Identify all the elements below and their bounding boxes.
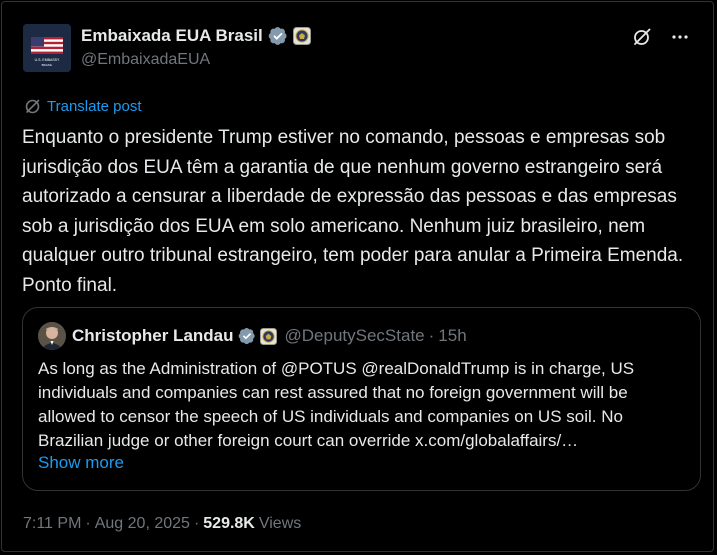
- more-options-icon: [672, 35, 688, 39]
- post-metadata: 7:11 PM · Aug 20, 2025 · 529.8K Views: [23, 515, 301, 533]
- quoted-post-header: Christopher Landau @DeputySecState · 15h: [72, 326, 467, 346]
- translate-post-link[interactable]: Translate post: [24, 98, 142, 115]
- quoted-separator: ·: [428, 326, 435, 345]
- translate-icon: [25, 99, 40, 114]
- avatar-subcaption: BRASIL: [42, 63, 53, 67]
- us-state-department-seal-icon[interactable]: [259, 327, 277, 345]
- translate-post-label: Translate post: [47, 98, 142, 115]
- quoted-avatar[interactable]: [38, 322, 66, 350]
- post-top-actions: [631, 26, 691, 48]
- grok-icon: [634, 28, 651, 45]
- more-options-button[interactable]: [669, 26, 691, 48]
- avatar-caption: U.S. EMBASSY: [35, 58, 60, 62]
- account-avatar[interactable]: U.S. EMBASSY BRASIL: [23, 24, 71, 72]
- quoted-display-name[interactable]: Christopher Landau: [72, 326, 234, 346]
- views-count[interactable]: 529.8K: [203, 515, 255, 533]
- post-card: U.S. EMBASSY BRASIL Embaixada EUA Brasil…: [1, 1, 714, 552]
- quoted-handle[interactable]: @DeputySecState: [285, 326, 425, 346]
- post-date[interactable]: Aug 20, 2025: [95, 515, 190, 533]
- post-time[interactable]: 7:11 PM: [23, 515, 81, 533]
- meta-separator: ·: [85, 515, 91, 532]
- display-name[interactable]: Embaixada EUA Brasil: [81, 26, 263, 46]
- us-state-department-seal-icon[interactable]: [292, 27, 311, 45]
- quoted-timestamp[interactable]: 15h: [438, 326, 466, 346]
- quoted-post[interactable]: Christopher Landau @DeputySecState · 15h…: [22, 307, 701, 491]
- grok-button[interactable]: [631, 26, 653, 48]
- account-handle[interactable]: @EmbaixadaEUA: [81, 51, 210, 69]
- views-label: Views: [258, 515, 302, 532]
- us-flag-icon: U.S. EMBASSY BRASIL: [23, 24, 71, 72]
- verified-badge-icon[interactable]: [238, 327, 256, 345]
- verified-badge-icon[interactable]: [268, 26, 288, 46]
- show-more-link[interactable]: Show more: [38, 453, 124, 473]
- meta-separator: ·: [193, 515, 200, 532]
- quoted-post-text: As long as the Administration of @POTUS …: [38, 359, 635, 450]
- avatar: [38, 322, 66, 350]
- post-text: Enquanto o presidente Trump estiver no c…: [22, 127, 684, 296]
- account-name-row: Embaixada EUA Brasil: [81, 26, 311, 46]
